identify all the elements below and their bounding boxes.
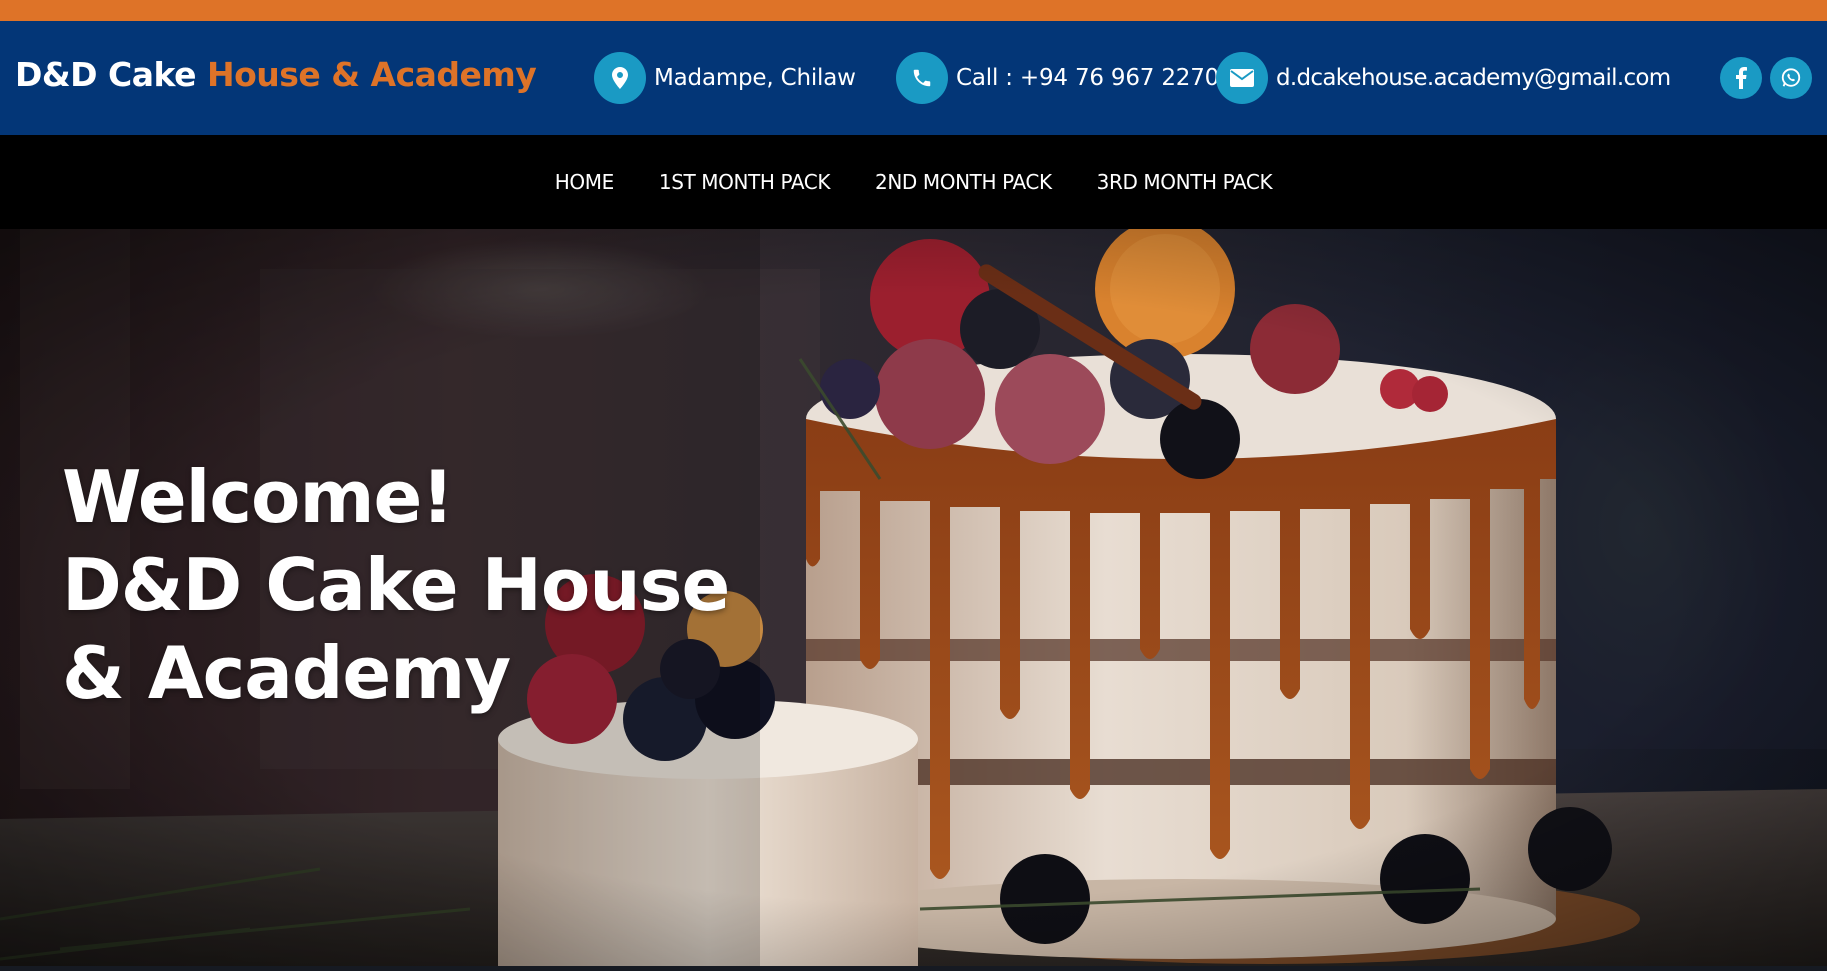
email-text: d.dcakehouse.academy@gmail.com	[1276, 65, 1671, 91]
hero-bottom-edge	[0, 966, 1827, 971]
envelope-icon	[1216, 52, 1268, 104]
hero-line-1: Welcome!	[62, 455, 454, 539]
hero-heading: Welcome! D&D Cake House & Academy	[62, 453, 730, 717]
nav-item-1st-month-pack[interactable]: 1ST MONTH PACK	[659, 170, 831, 194]
nav-item-3rd-month-pack[interactable]: 3RD MONTH PACK	[1097, 170, 1273, 194]
top-accent-strip	[0, 0, 1827, 21]
phone-info[interactable]: Call : +94 76 967 2270	[896, 52, 1219, 104]
email-info[interactable]: d.dcakehouse.academy@gmail.com	[1216, 52, 1671, 104]
whatsapp-icon[interactable]	[1770, 57, 1812, 99]
hero-line-2: D&D Cake House	[62, 543, 730, 627]
map-marker-icon	[594, 52, 646, 104]
brand-name-part2: House & Academy	[206, 55, 537, 94]
facebook-icon[interactable]	[1720, 57, 1762, 99]
brand-name-part1: D&D Cake	[15, 55, 196, 94]
location-info: Madampe, Chilaw	[594, 52, 856, 104]
top-header: D&D Cake House & Academy Madampe, Chilaw…	[0, 21, 1827, 135]
nav-item-home[interactable]: HOME	[555, 170, 614, 194]
main-nav: HOME 1ST MONTH PACK 2ND MONTH PACK 3RD M…	[0, 135, 1827, 229]
brand-logo[interactable]: D&D Cake House & Academy	[15, 55, 537, 94]
hero-banner: Welcome! D&D Cake House & Academy	[0, 229, 1827, 966]
phone-icon	[896, 52, 948, 104]
nav-item-2nd-month-pack[interactable]: 2ND MONTH PACK	[875, 170, 1052, 194]
location-text: Madampe, Chilaw	[654, 65, 856, 91]
phone-text: Call : +94 76 967 2270	[956, 65, 1220, 91]
hero-line-3: & Academy	[62, 631, 511, 715]
